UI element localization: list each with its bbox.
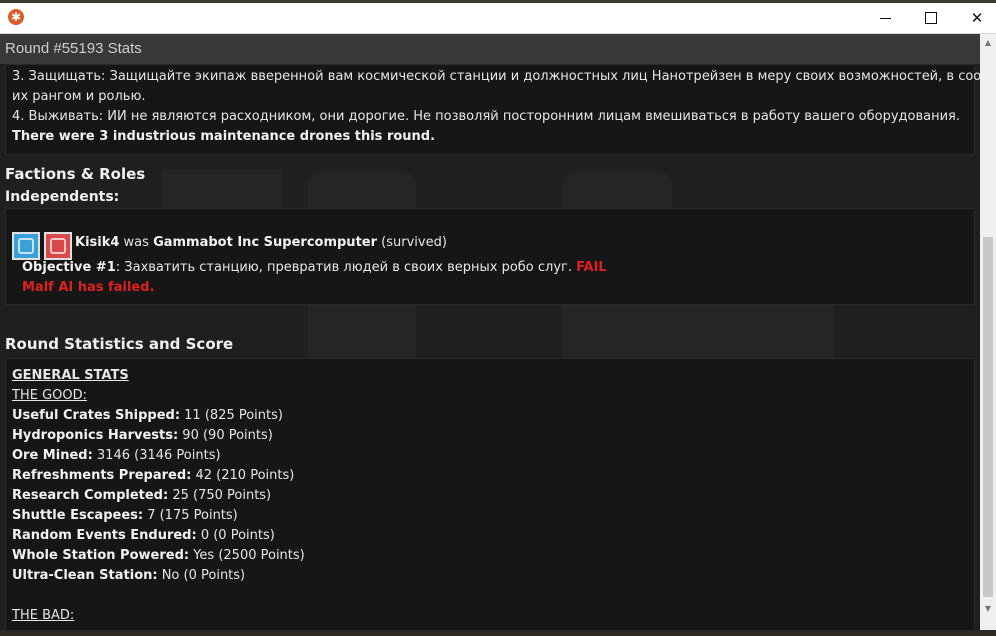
law-4-text: 4. Выживать: ИИ не являются расходником,… xyxy=(12,109,961,124)
vertical-scrollbar[interactable]: ▲ ▼ xyxy=(980,34,996,636)
the-good-heading: THE GOOD: xyxy=(12,388,87,403)
stat-row: Ultra-Clean Station: No (0 Points) xyxy=(12,566,245,586)
ai-laws-panel: 3. Защищать: Защищайте экипаж вверенной … xyxy=(5,64,980,155)
stat-value: 7 (175 Points) xyxy=(143,508,238,523)
objective-result: FAIL xyxy=(576,260,607,275)
stat-row: Hydroponics Harvests: 90 (90 Points) xyxy=(12,426,273,446)
player-role: Gammabot Inc Supercomputer xyxy=(153,235,378,250)
stat-value: 3146 (3146 Points) xyxy=(92,448,221,463)
stat-row: Refreshments Prepared: 42 (210 Points) xyxy=(12,466,294,486)
scroll-down-arrow-icon[interactable]: ▼ xyxy=(980,602,996,616)
stat-value: 42 (210 Points) xyxy=(191,468,295,483)
objective-line: Objective #1: Захватить станцию, преврат… xyxy=(22,258,607,278)
scroll-up-arrow-icon[interactable]: ▲ xyxy=(980,36,996,50)
stat-value: 11 (825 Points) xyxy=(180,408,283,423)
window-titlebar[interactable]: ✱ ✕ xyxy=(0,3,996,34)
stat-row: Useful Crates Shipped: 11 (825 Points) xyxy=(12,406,283,426)
malf-failed-text: Malf AI has failed. xyxy=(22,280,155,295)
stat-label: Random Events Endured: xyxy=(12,528,197,543)
objective-text: : Захватить станцию, превратив людей в с… xyxy=(115,260,577,275)
objective-label: Objective #1 xyxy=(22,260,116,275)
stat-label: Shuttle Escapees: xyxy=(12,508,144,523)
the-bad-heading: THE BAD: xyxy=(12,608,75,623)
stat-row: Shuttle Escapees: 7 (175 Points) xyxy=(12,506,238,526)
maximize-icon xyxy=(925,12,937,24)
stat-value: 90 (90 Points) xyxy=(178,428,273,443)
minimize-icon xyxy=(880,18,891,19)
minimize-button[interactable] xyxy=(862,3,908,33)
scrollbar-thumb[interactable] xyxy=(983,237,993,597)
stat-label: Hydroponics Harvests: xyxy=(12,428,179,443)
stat-row: Ore Mined: 3146 (3146 Points) xyxy=(12,446,221,466)
round-stats-title: Round Statistics and Score xyxy=(5,335,234,353)
player-was: was xyxy=(119,235,154,250)
window-header: Round #55193 Stats xyxy=(0,34,980,65)
ai-core-icon xyxy=(12,232,40,260)
stat-row: Whole Station Powered: Yes (2500 Points) xyxy=(12,546,305,566)
independents-panel: Kisik4 was Gammabot Inc Supercomputer (s… xyxy=(5,208,975,305)
law-3-text: 3. Защищать: Защищайте экипаж вверенной … xyxy=(12,69,980,84)
stat-row: Random Events Endured: 0 (0 Points) xyxy=(12,526,275,546)
stat-value: No (0 Points) xyxy=(157,568,246,583)
close-button[interactable]: ✕ xyxy=(954,3,996,33)
player-line: Kisik4 was Gammabot Inc Supercomputer (s… xyxy=(75,233,447,253)
content-area[interactable]: 3. Защищать: Защищайте экипаж вверенной … xyxy=(0,64,980,636)
maximize-button[interactable] xyxy=(908,3,954,33)
stat-label: Useful Crates Shipped: xyxy=(12,408,181,423)
general-stats-heading: GENERAL STATS xyxy=(12,368,129,383)
stat-label: Ultra-Clean Station: xyxy=(12,568,158,583)
drones-summary: There were 3 industrious maintenance dro… xyxy=(12,129,436,144)
law-3-continuation: их рангом и ролью. xyxy=(12,89,146,104)
player-status: (survived) xyxy=(377,235,447,250)
background-game-strip xyxy=(0,630,996,636)
malf-ai-core-icon xyxy=(44,232,72,260)
stat-label: Ore Mined: xyxy=(12,448,93,463)
page-title: Round #55193 Stats xyxy=(5,40,142,57)
app-logo-icon: ✱ xyxy=(8,9,24,25)
close-icon: ✕ xyxy=(970,9,984,27)
stat-label: Refreshments Prepared: xyxy=(12,468,192,483)
player-name: Kisik4 xyxy=(75,235,120,250)
stats-panel: GENERAL STATS THE GOOD: Useful Crates Sh… xyxy=(5,358,975,636)
stat-value: Yes (2500 Points) xyxy=(189,548,305,563)
stat-label: Whole Station Powered: xyxy=(12,548,190,563)
stat-value: 25 (750 Points) xyxy=(168,488,272,503)
stat-value: 0 (0 Points) xyxy=(196,528,275,543)
factions-title: Factions & Roles xyxy=(5,165,146,183)
stat-row: Research Completed: 25 (750 Points) xyxy=(12,486,271,506)
stat-label: Research Completed: xyxy=(12,488,169,503)
independents-title: Independents: xyxy=(5,189,120,205)
